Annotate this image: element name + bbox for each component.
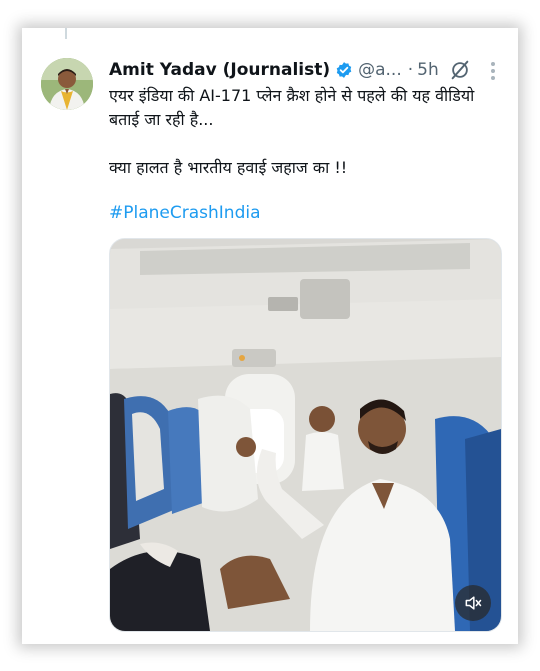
separator-dot: · (407, 60, 414, 80)
verified-badge-icon (335, 61, 353, 79)
thread-connector-line (65, 28, 67, 39)
video-player[interactable] (109, 238, 502, 632)
avatar-image (41, 58, 93, 110)
video-frame (110, 239, 501, 631)
tweet-text-line-2: क्या हालत है भारतीय हवाई जहाज का !! (109, 158, 348, 177)
author-handle[interactable]: @a... (358, 60, 402, 80)
tweet-text: एयर इंडिया की AI-171 प्लेन क्रैश होने से… (109, 84, 501, 180)
hashtag-link[interactable]: #PlaneCrashIndia (109, 203, 261, 223)
tweet-text-line-1: एयर इंडिया की AI-171 प्लेन क्रैश होने से… (109, 86, 475, 129)
avatar[interactable] (41, 58, 93, 110)
more-options-icon[interactable] (490, 60, 496, 82)
author-name[interactable]: Amit Yadav (Journalist) (109, 60, 330, 80)
grok-icon[interactable] (449, 59, 471, 81)
tweet-card: Amit Yadav (Journalist) @a... · 5h एयर इ… (22, 28, 518, 644)
muted-speaker-icon[interactable] (455, 585, 491, 621)
post-timestamp[interactable]: 5h (417, 60, 439, 80)
tweet-header: Amit Yadav (Journalist) @a... · 5h (109, 55, 498, 85)
